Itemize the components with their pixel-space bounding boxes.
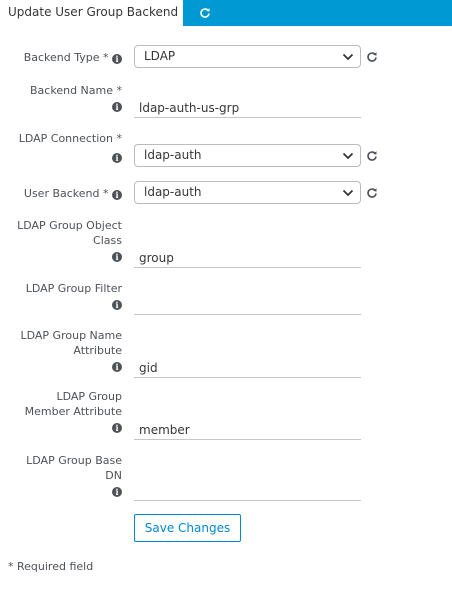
group-name-attribute-label: LDAP Group Name Attribute i <box>20 329 122 372</box>
info-icon[interactable]: i <box>112 153 122 163</box>
info-icon[interactable]: i <box>112 252 122 262</box>
info-icon[interactable]: i <box>112 54 122 64</box>
tab-label: Update User Group Backend <box>8 5 179 19</box>
backend-name-label: Backend Name * i <box>30 84 122 112</box>
info-icon[interactable]: i <box>112 362 122 372</box>
refresh-icon <box>200 8 210 18</box>
info-icon[interactable]: i <box>112 102 122 112</box>
group-name-attribute-input[interactable] <box>134 354 361 378</box>
group-member-attribute-input[interactable] <box>134 416 361 440</box>
group-filter-label: LDAP Group Filter i <box>25 282 122 310</box>
required-field-note: * Required field <box>8 560 94 573</box>
refresh-icon[interactable] <box>366 187 378 199</box>
group-filter-input[interactable] <box>134 291 361 315</box>
tab-update-user-group-backend[interactable]: Update User Group Backend <box>0 0 183 26</box>
info-icon[interactable]: i <box>112 423 122 433</box>
backend-type-label: Backend Type * i <box>24 50 122 65</box>
info-icon[interactable]: i <box>112 300 122 310</box>
group-base-dn-input[interactable] <box>134 477 361 501</box>
chevron-down-icon <box>342 189 354 197</box>
group-object-class-label: LDAP Group Object Class i <box>17 219 122 262</box>
chevron-down-icon <box>342 53 354 61</box>
refresh-icon[interactable] <box>366 150 378 162</box>
group-object-class-input[interactable] <box>134 244 361 268</box>
tab-bar: Update User Group Backend <box>0 0 452 26</box>
tab-refresh-button[interactable] <box>195 3 215 23</box>
user-backend-select[interactable]: ldap-auth <box>134 181 361 204</box>
ldap-connection-select[interactable]: ldap-auth <box>134 144 361 167</box>
chevron-down-icon <box>342 152 354 160</box>
info-icon[interactable]: i <box>112 487 122 497</box>
user-backend-label: User Backend * i <box>24 186 122 201</box>
save-changes-button[interactable]: Save Changes <box>134 514 241 542</box>
info-icon[interactable]: i <box>112 190 122 200</box>
ldap-connection-label: LDAP Connection * i <box>18 132 122 163</box>
backend-type-select[interactable]: LDAP <box>134 45 361 68</box>
group-base-dn-label: LDAP Group Base DN i <box>26 454 122 497</box>
refresh-icon[interactable] <box>366 51 378 63</box>
group-member-attribute-label: LDAP Group Member Attribute i <box>24 390 122 433</box>
backend-name-input[interactable] <box>134 94 361 118</box>
